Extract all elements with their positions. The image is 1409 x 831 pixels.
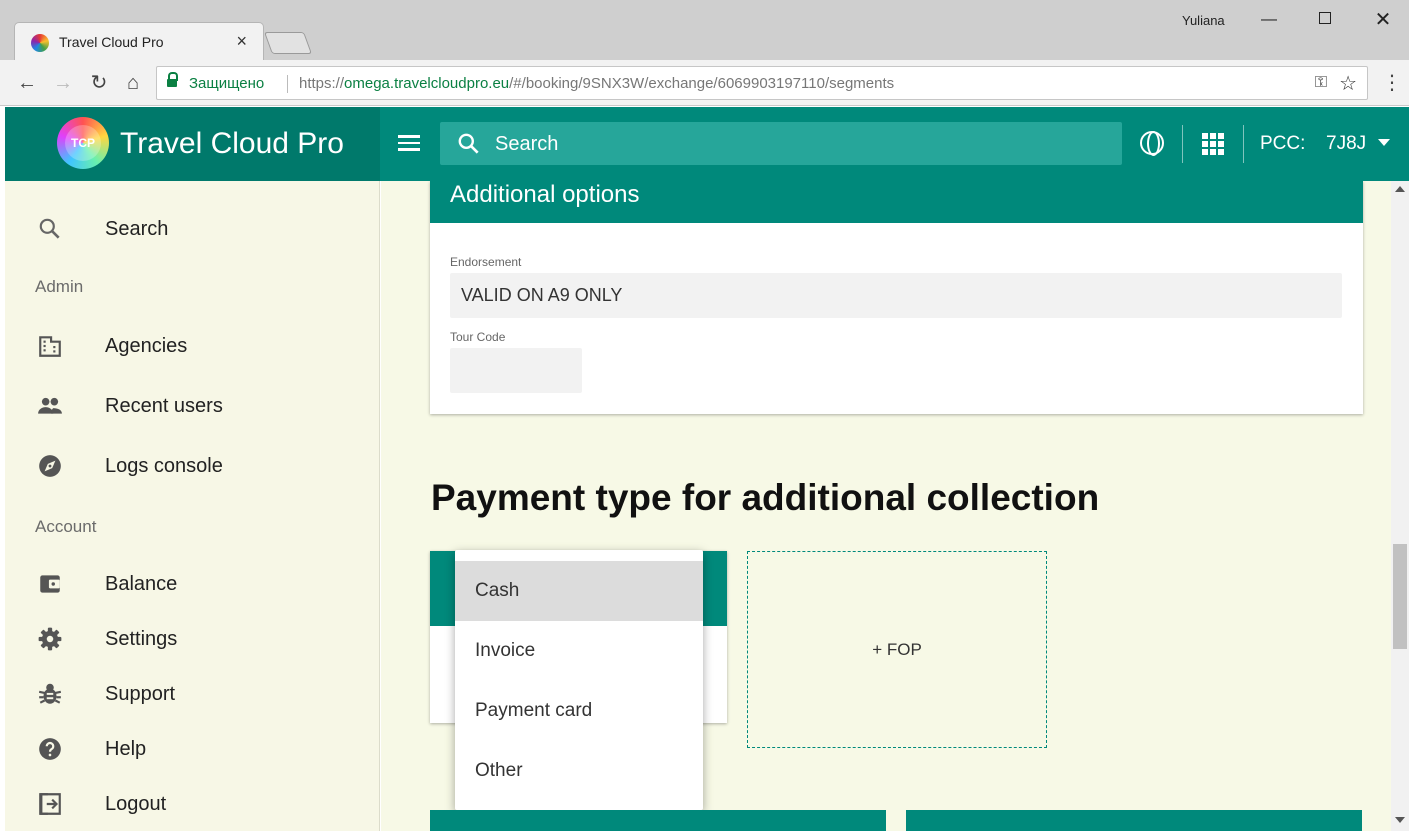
sidebar-item-label: Agencies xyxy=(105,335,188,357)
sidebar-item-label: Search xyxy=(105,218,169,240)
logout-icon xyxy=(39,793,61,815)
sidebar-item-recent-users[interactable]: Recent users xyxy=(5,381,380,431)
sidebar-item-label: Logout xyxy=(105,793,167,815)
sidebar-item-label: Help xyxy=(105,738,147,760)
search-input[interactable]: Search xyxy=(440,122,1122,165)
forward-arrow-icon[interactable]: → xyxy=(50,70,76,96)
lock-icon xyxy=(167,72,178,89)
sidebar-item-label: Support xyxy=(105,683,176,705)
home-icon[interactable]: ⌂ xyxy=(120,70,146,96)
gear-icon xyxy=(38,627,62,651)
help-icon xyxy=(39,738,61,760)
app-title[interactable]: Travel Cloud Pro xyxy=(120,127,344,161)
sidebar-item-balance[interactable]: Balance xyxy=(5,559,380,609)
secure-label: Защищено xyxy=(189,75,265,92)
window-minimize-button[interactable]: — xyxy=(1254,8,1284,32)
dropdown-option-payment-card[interactable]: Payment card xyxy=(455,681,703,741)
tour-code-label: Tour Code xyxy=(450,330,506,344)
endorsement-field[interactable]: VALID ON A9 ONLY xyxy=(450,273,1342,318)
sidebar-item-logout[interactable]: Logout xyxy=(5,779,380,829)
dropdown-option-cash[interactable]: Cash xyxy=(455,561,703,621)
menu-icon[interactable] xyxy=(398,132,422,156)
additional-options-card: Additional options Endorsement VALID ON … xyxy=(430,181,1363,414)
bug-icon xyxy=(38,683,62,704)
payment-type-dropdown: Cash Invoice Payment card Other xyxy=(455,550,703,810)
address-bar[interactable]: Защищено https://omega.travelcloudpro.eu… xyxy=(156,66,1368,100)
scroll-up-icon[interactable] xyxy=(1395,186,1405,192)
page-section-title: Payment type for additional collection xyxy=(431,477,1100,518)
app-brand: TCP Travel Cloud Pro xyxy=(5,107,380,181)
browser-tab[interactable]: Travel Cloud Pro × xyxy=(14,22,264,60)
dropdown-option-other[interactable]: Other xyxy=(455,741,703,801)
globe-icon[interactable] xyxy=(1140,131,1164,156)
add-fop-button[interactable]: + FOP xyxy=(747,551,1047,748)
key-icon[interactable]: ⚿ xyxy=(1315,74,1327,92)
sidebar-item-label: Balance xyxy=(105,573,178,595)
browser-titlebar: Travel Cloud Pro × Yuliana — ✕ xyxy=(0,0,1409,60)
url-scheme: https:// xyxy=(299,75,345,92)
header-divider xyxy=(1243,125,1244,163)
search-icon xyxy=(458,133,479,154)
sidebar-item-settings[interactable]: Settings xyxy=(5,614,380,664)
app-header: Search PCC: 7J8J xyxy=(380,107,1409,181)
app-logo[interactable]: TCP xyxy=(57,117,109,169)
endorsement-label: Endorsement xyxy=(450,255,522,269)
bottom-card-header xyxy=(430,810,886,831)
tab-close-icon[interactable]: × xyxy=(236,31,247,52)
main-content: Additional options Endorsement VALID ON … xyxy=(381,181,1391,831)
main-scrollbar[interactable] xyxy=(1391,181,1409,831)
search-icon xyxy=(39,218,60,239)
sidebar-item-support[interactable]: Support xyxy=(5,669,380,719)
window-maximize-button[interactable] xyxy=(1310,8,1340,32)
section-header-account: Account xyxy=(35,517,97,536)
logo-text: TCP xyxy=(65,125,101,161)
bookmark-star-icon[interactable]: ☆ xyxy=(1339,71,1357,96)
add-fop-label: + FOP xyxy=(872,640,922,659)
building-icon xyxy=(39,336,61,357)
scrollbar-thumb[interactable] xyxy=(1393,544,1407,649)
wallet-icon xyxy=(40,575,60,593)
dropdown-option-invoice[interactable]: Invoice xyxy=(455,621,703,681)
url-host: omega.travelcloudpro.eu xyxy=(344,75,510,92)
bottom-card-header xyxy=(906,810,1362,831)
sidebar-item-label: Logs console xyxy=(105,455,223,477)
sidebar-item-search[interactable]: Search xyxy=(5,204,380,254)
pcc-label: PCC: xyxy=(1260,133,1306,154)
window-user-name: Yuliana xyxy=(1182,13,1225,28)
sidebar-item-help[interactable]: Help xyxy=(5,724,380,774)
url-path: /#/booking/9SNX3W/exchange/6069903197110… xyxy=(509,75,895,92)
card-title: Additional options xyxy=(450,181,640,208)
sidebar-item-agencies[interactable]: Agencies xyxy=(5,321,380,371)
scroll-down-icon[interactable] xyxy=(1395,817,1405,823)
reload-icon[interactable]: ↻ xyxy=(86,70,112,96)
chevron-down-icon[interactable] xyxy=(1378,139,1390,146)
card-header: Additional options xyxy=(430,181,1363,223)
tour-code-field[interactable] xyxy=(450,348,582,393)
tab-favicon-icon xyxy=(31,34,49,52)
url-text[interactable]: https://omega.travelcloudpro.eu/#/bookin… xyxy=(299,75,894,92)
pcc-selector[interactable]: 7J8J xyxy=(1326,133,1366,155)
header-divider xyxy=(1182,125,1183,163)
address-divider xyxy=(287,75,288,93)
compass-icon xyxy=(39,455,61,477)
browser-menu-icon[interactable]: ⋮ xyxy=(1382,70,1402,95)
section-header-admin: Admin xyxy=(35,277,84,296)
sidebar-item-logs-console[interactable]: Logs console xyxy=(5,441,380,491)
apps-grid-icon[interactable] xyxy=(1202,133,1224,155)
browser-toolbar: ← → ↻ ⌂ Защищено https://omega.travelclo… xyxy=(0,60,1409,106)
window-close-button[interactable]: ✕ xyxy=(1368,8,1398,32)
people-icon xyxy=(38,397,62,414)
back-arrow-icon[interactable]: ← xyxy=(14,70,40,96)
tab-title: Travel Cloud Pro xyxy=(59,34,164,50)
sidebar-item-label: Recent users xyxy=(105,395,223,417)
sidebar: Search Admin Agencies Recent users Logs … xyxy=(5,181,380,831)
sidebar-item-label: Settings xyxy=(105,628,178,650)
endorsement-value: VALID ON A9 ONLY xyxy=(461,285,623,305)
search-placeholder: Search xyxy=(495,133,559,155)
new-tab-button[interactable] xyxy=(263,32,313,54)
